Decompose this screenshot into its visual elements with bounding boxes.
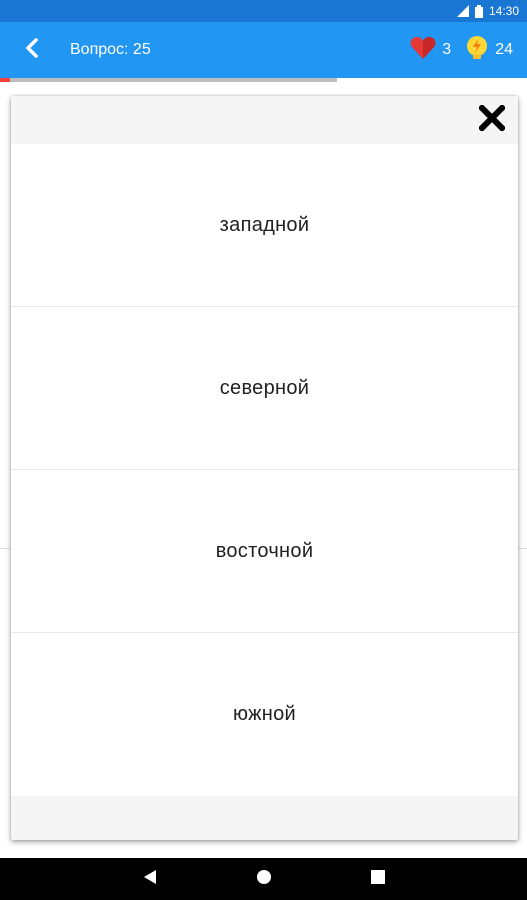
system-nav-bar — [0, 858, 527, 900]
nav-home-button[interactable] — [252, 867, 276, 891]
answer-option-north[interactable]: северной — [11, 307, 518, 470]
battery-icon — [474, 4, 483, 18]
question-title: Вопрос: 25 — [70, 41, 151, 58]
answer-dialog: западной северной восточной южной — [11, 96, 518, 840]
lives-value: 3 — [442, 41, 452, 58]
status-bar: 14:30 — [0, 0, 527, 22]
bulb-icon — [465, 35, 495, 66]
answer-options: западной северной восточной южной — [11, 144, 518, 796]
lives-counter: 3 — [410, 36, 451, 65]
answer-option-east[interactable]: восточной — [11, 470, 518, 633]
app-bar: Вопрос: 25 3 24 — [0, 22, 527, 78]
back-arrow-icon — [24, 37, 40, 63]
status-time: 14:30 — [488, 4, 519, 18]
hints-counter: 24 — [465, 35, 513, 66]
answer-option-south[interactable]: южной — [11, 633, 518, 796]
nav-back-button[interactable] — [138, 867, 162, 891]
nav-home-icon — [256, 869, 272, 890]
nav-recents-button[interactable] — [366, 867, 390, 891]
close-icon — [477, 103, 507, 136]
answer-option-west[interactable]: западной — [11, 144, 518, 307]
hints-value: 24 — [495, 41, 513, 58]
close-button[interactable] — [476, 103, 508, 136]
nav-recents-icon — [370, 869, 385, 889]
heart-icon — [410, 36, 442, 65]
nav-back-icon — [143, 869, 157, 890]
wifi-icon — [456, 5, 469, 17]
back-button[interactable] — [4, 22, 60, 78]
